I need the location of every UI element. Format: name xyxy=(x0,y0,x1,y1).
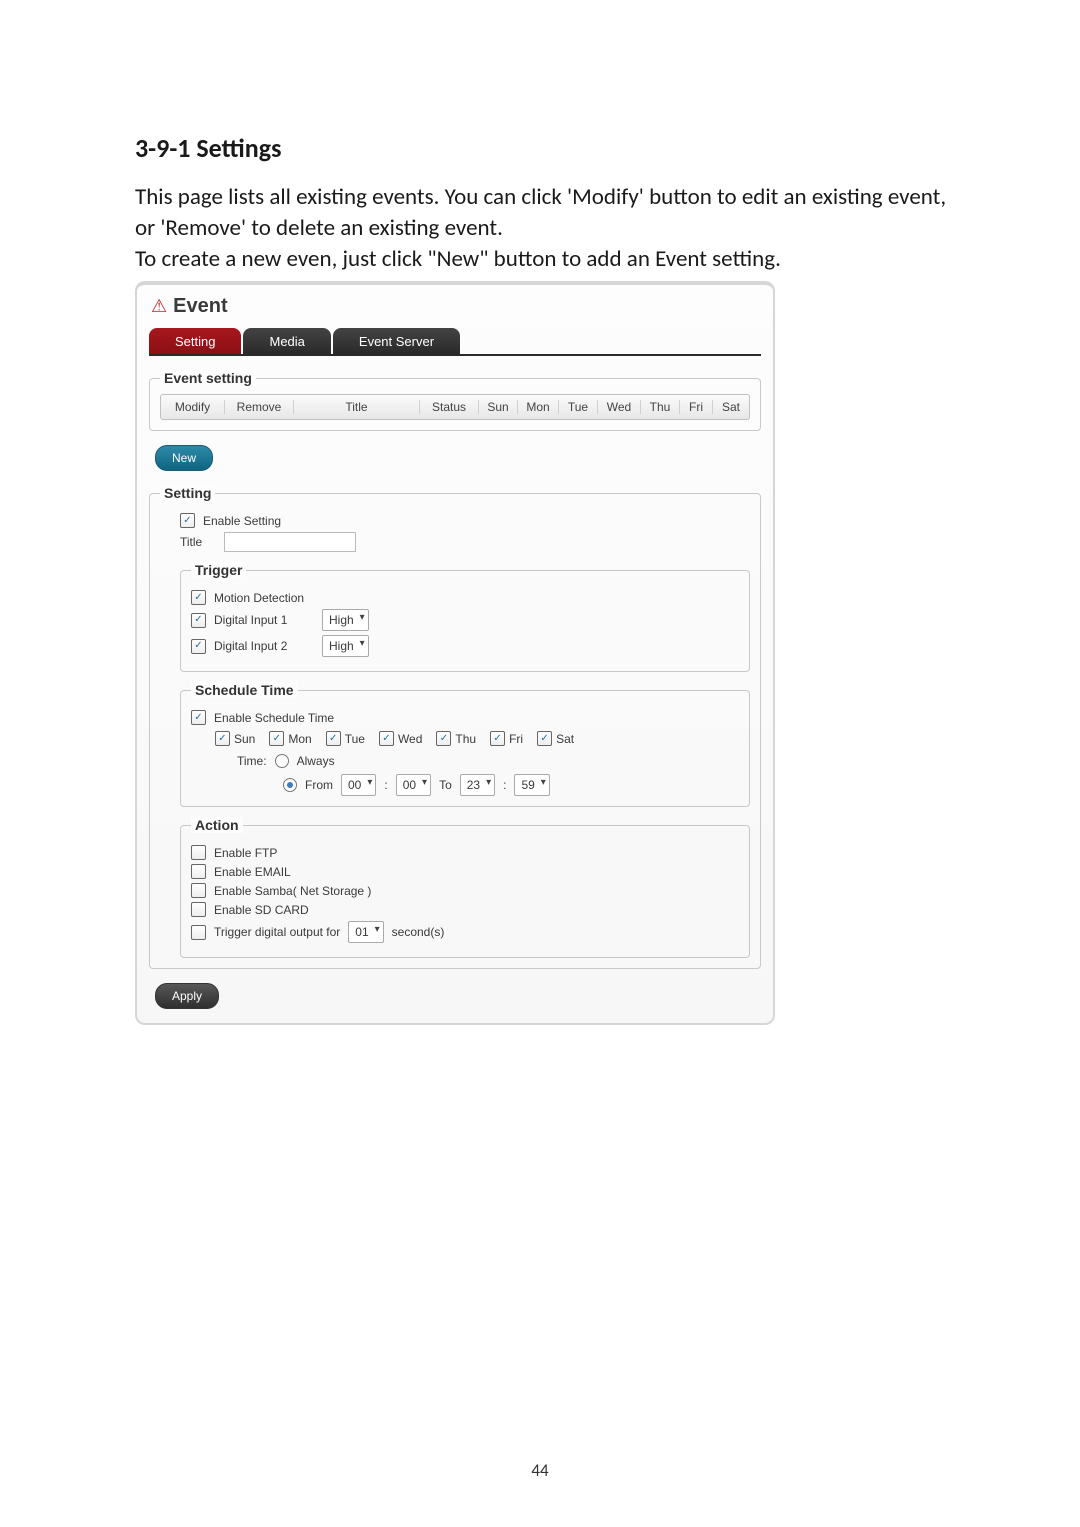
di2-label: Digital Input 2 xyxy=(214,639,314,653)
col-wed: Wed xyxy=(598,400,641,414)
day-mon-checkbox[interactable]: ✓ xyxy=(269,731,284,746)
col-sun: Sun xyxy=(479,400,518,414)
trigger-legend: Trigger xyxy=(191,562,246,578)
title-input[interactable] xyxy=(224,532,356,552)
motion-label: Motion Detection xyxy=(214,591,304,605)
day-sun-label: Sun xyxy=(234,732,255,746)
enable-setting-label: Enable Setting xyxy=(203,514,281,528)
time-colon-2: : xyxy=(503,778,506,792)
event-setting-group: Event setting Modify Remove Title Status… xyxy=(149,370,761,431)
day-wed-checkbox[interactable]: ✓ xyxy=(379,731,394,746)
bell-icon: ⚠ xyxy=(151,296,167,317)
day-fri-checkbox[interactable]: ✓ xyxy=(490,731,505,746)
enable-schedule-checkbox[interactable]: ✓ xyxy=(191,710,206,725)
trigger-out-post: second(s) xyxy=(392,925,445,939)
day-tue-checkbox[interactable]: ✓ xyxy=(326,731,341,746)
col-mon: Mon xyxy=(518,400,559,414)
email-checkbox[interactable]: ✓ xyxy=(191,864,206,879)
day-fri-label: Fri xyxy=(509,732,523,746)
day-mon-label: Mon xyxy=(288,732,311,746)
section-heading: 3-9-1 Settings xyxy=(135,132,950,164)
setting-legend: Setting xyxy=(160,485,215,501)
tab-event-server[interactable]: Event Server xyxy=(333,328,460,354)
action-group: Action ✓ Enable FTP ✓ Enable EMAIL ✓ Enable… xyxy=(180,817,750,958)
day-sun-checkbox[interactable]: ✓ xyxy=(215,731,230,746)
enable-schedule-label: Enable Schedule Time xyxy=(214,711,334,725)
col-title: Title xyxy=(294,400,420,414)
sd-checkbox[interactable]: ✓ xyxy=(191,902,206,917)
sd-label: Enable SD CARD xyxy=(214,903,309,917)
time-from-label: From xyxy=(305,778,333,792)
intro-paragraph-1: This page lists all existing events. You… xyxy=(135,182,950,244)
page-number: 44 xyxy=(0,1460,1080,1481)
motion-checkbox[interactable]: ✓ xyxy=(191,590,206,605)
from-hour-select[interactable]: 00 xyxy=(341,774,376,796)
samba-checkbox[interactable]: ✓ xyxy=(191,883,206,898)
day-tue-label: Tue xyxy=(345,732,365,746)
col-remove: Remove xyxy=(225,400,294,414)
to-hour-select[interactable]: 23 xyxy=(460,774,495,796)
event-setting-legend: Event setting xyxy=(160,370,256,386)
schedule-legend: Schedule Time xyxy=(191,682,298,698)
email-label: Enable EMAIL xyxy=(214,865,291,879)
time-always-label: Always xyxy=(297,754,335,768)
from-min-select[interactable]: 00 xyxy=(396,774,431,796)
di2-select[interactable]: High xyxy=(322,635,369,657)
samba-label: Enable Samba( Net Storage ) xyxy=(214,884,371,898)
time-range-radio[interactable] xyxy=(283,778,297,792)
time-always-radio[interactable] xyxy=(275,754,289,768)
ftp-label: Enable FTP xyxy=(214,846,277,860)
tab-bar: Setting Media Event Server xyxy=(149,328,761,356)
col-tue: Tue xyxy=(559,400,598,414)
time-label: Time: xyxy=(237,754,267,768)
col-sat: Sat xyxy=(713,400,749,414)
time-colon-1: : xyxy=(384,778,387,792)
di1-label: Digital Input 1 xyxy=(214,613,314,627)
trigger-group: Trigger ✓ Motion Detection ✓ Digital Inp… xyxy=(180,562,750,672)
day-wed-label: Wed xyxy=(398,732,422,746)
col-fri: Fri xyxy=(680,400,713,414)
title-label: Title xyxy=(180,535,216,549)
event-table-header: Modify Remove Title Status Sun Mon Tue W… xyxy=(160,394,750,420)
col-status: Status xyxy=(420,400,479,414)
day-thu-checkbox[interactable]: ✓ xyxy=(436,731,451,746)
event-panel: ⚠ Event Setting Media Event Server Event… xyxy=(135,281,775,1025)
day-sat-checkbox[interactable]: ✓ xyxy=(537,731,552,746)
schedule-group: Schedule Time ✓ Enable Schedule Time ✓ Su… xyxy=(180,682,750,807)
col-thu: Thu xyxy=(641,400,680,414)
tab-setting[interactable]: Setting xyxy=(149,328,241,354)
apply-button[interactable]: Apply xyxy=(155,983,219,1009)
col-modify: Modify xyxy=(161,400,225,414)
di1-checkbox[interactable]: ✓ xyxy=(191,613,206,628)
to-min-select[interactable]: 59 xyxy=(514,774,549,796)
ftp-checkbox[interactable]: ✓ xyxy=(191,845,206,860)
new-button[interactable]: New xyxy=(155,445,213,471)
action-legend: Action xyxy=(191,817,243,833)
trigger-out-select[interactable]: 01 xyxy=(348,921,383,943)
days-row: ✓ Sun ✓ Mon ✓ Tue ✓ Wed ✓ Thu ✓ Fri ✓ Sat xyxy=(215,731,739,746)
di1-select[interactable]: High xyxy=(322,609,369,631)
day-sat-label: Sat xyxy=(556,732,574,746)
trigger-out-pre: Trigger digital output for xyxy=(214,925,340,939)
day-thu-label: Thu xyxy=(455,732,476,746)
panel-title: Event xyxy=(173,295,227,318)
tab-media[interactable]: Media xyxy=(243,328,330,354)
di2-checkbox[interactable]: ✓ xyxy=(191,639,206,654)
intro-paragraph-2: To create a new even, just click "New" b… xyxy=(135,244,950,275)
time-to-label: To xyxy=(439,778,452,792)
panel-header: ⚠ Event xyxy=(151,295,761,318)
trigger-out-checkbox[interactable]: ✓ xyxy=(191,925,206,940)
setting-group: Setting ✓ Enable Setting Title Trigger ✓… xyxy=(149,485,761,969)
enable-setting-checkbox[interactable]: ✓ xyxy=(180,513,195,528)
